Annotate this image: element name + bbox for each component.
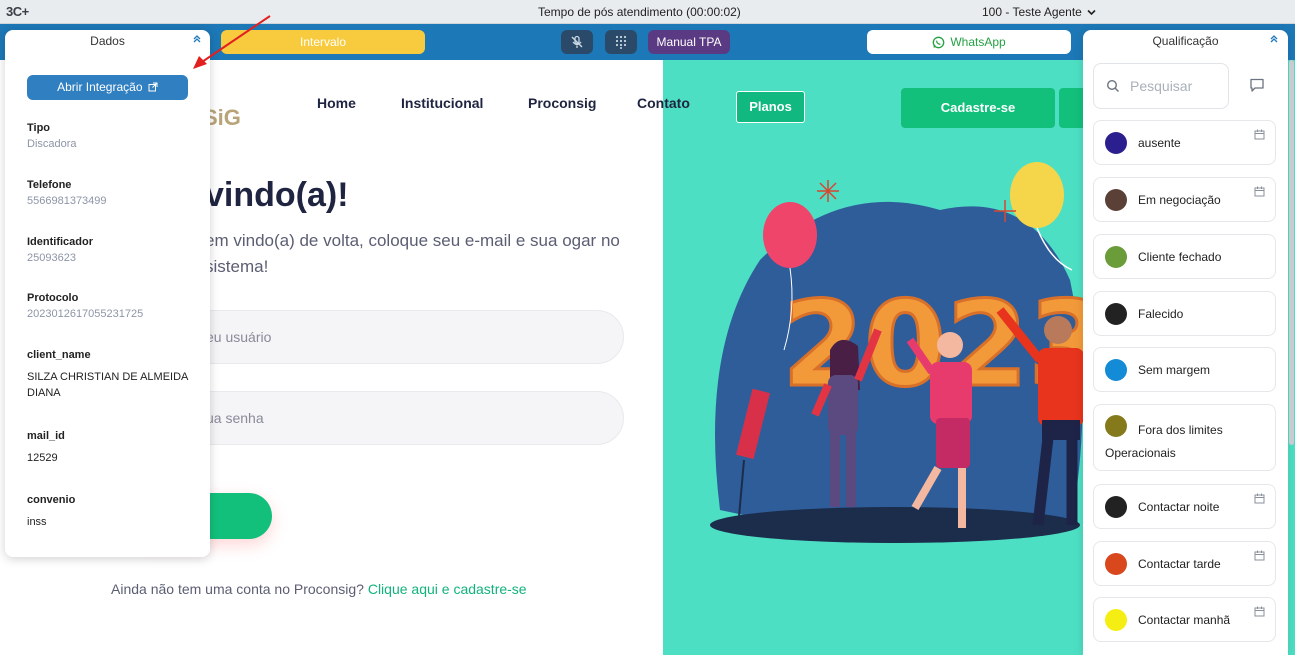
color-dot — [1105, 553, 1127, 575]
qualification-label: ausente — [1138, 136, 1181, 150]
nav-institucional[interactable]: Institucional — [401, 95, 483, 111]
microphone-off-icon — [571, 35, 583, 48]
field-telefone: Telefone 5566981373499 — [27, 179, 197, 207]
qualification-item[interactable]: Contactar noite — [1093, 484, 1276, 529]
field-value: inss — [27, 516, 47, 528]
search-box[interactable] — [1093, 63, 1229, 109]
chevron-down-icon — [1087, 9, 1096, 16]
color-dot — [1105, 359, 1127, 381]
qualification-label: Contactar tarde — [1138, 557, 1221, 571]
color-dot — [1105, 246, 1127, 268]
qualification-item[interactable]: Cliente fechado — [1093, 234, 1276, 279]
qualification-label: Sem margem — [1138, 363, 1211, 377]
field-label: client_name — [27, 349, 91, 361]
nav-contato[interactable]: Contato — [637, 95, 690, 111]
app-logo: 3C+ — [6, 4, 29, 19]
welcome-heading: vindo(a)! — [205, 176, 349, 214]
qualification-label: Contactar noite — [1138, 500, 1220, 514]
calendar-icon — [1254, 493, 1265, 504]
field-value: Discadora — [27, 138, 77, 150]
external-link-icon — [148, 82, 158, 92]
qualificacao-title: Qualificação — [1152, 34, 1219, 48]
nav-proconsig[interactable]: Proconsig — [528, 95, 596, 111]
keypad-button[interactable] — [605, 30, 637, 54]
field-value: 25093623 — [27, 252, 76, 264]
qualificacao-panel: Qualificação ausente Em negociação Cliente… — [1083, 30, 1288, 655]
qualification-label: Falecido — [1138, 307, 1184, 321]
field-value: SILZA CHRISTIAN DE ALMEIDA DIANA — [27, 371, 188, 399]
mute-button[interactable] — [561, 30, 593, 54]
search-icon — [1106, 79, 1119, 92]
manual-tpa-button[interactable]: Manual TPA — [648, 30, 730, 54]
username-placeholder: eu usuário — [206, 329, 272, 345]
qualification-label: Em negociação — [1138, 193, 1221, 207]
post-call-timer: Tempo de pós atendimento (00:00:02) — [538, 5, 741, 19]
password-placeholder: ua senha — [206, 410, 264, 426]
dados-title: Dados — [90, 34, 125, 48]
field-tipo: Tipo Discadora — [27, 122, 197, 150]
field-value: 5566981373499 — [27, 195, 107, 207]
field-label: Telefone — [27, 179, 72, 191]
color-dot — [1105, 303, 1127, 325]
whatsapp-icon — [932, 36, 945, 48]
comment-icon[interactable] — [1249, 77, 1265, 93]
scrollbar[interactable] — [1289, 60, 1294, 445]
field-label: mail_id — [27, 430, 65, 442]
agent-menu[interactable]: 100 - Teste Agente — [982, 5, 1096, 19]
qualification-item[interactable]: Contactar manhã — [1093, 597, 1276, 642]
qualification-item[interactable]: Falecido — [1093, 291, 1276, 336]
calendar-icon — [1254, 550, 1265, 561]
field-protocolo: Protocolo 2023012617055231725 — [27, 292, 197, 320]
signup-text: Ainda não tem uma conta no Proconsig? — [111, 581, 364, 597]
field-value: 2023012617055231725 — [27, 308, 144, 320]
qualification-label: Fora dos limites Operacionais — [1105, 423, 1223, 460]
open-integration-label: Abrir Integração — [57, 80, 143, 94]
qualification-item[interactable]: Contactar tarde — [1093, 541, 1276, 586]
calendar-icon — [1254, 186, 1265, 197]
agent-name: 100 - Teste Agente — [982, 5, 1082, 19]
color-dot — [1105, 609, 1127, 631]
signup-prompt: Ainda não tem uma conta no Proconsig? Cl… — [111, 581, 527, 597]
field-convenio: convenio inss — [27, 494, 197, 530]
whatsapp-button[interactable]: WhatsApp — [867, 30, 1071, 54]
field-value: 12529 — [27, 452, 58, 464]
open-integration-button[interactable]: Abrir Integração — [27, 75, 188, 100]
field-label: Protocolo — [27, 292, 79, 304]
annotation-arrow — [193, 15, 271, 69]
color-dot — [1105, 189, 1127, 211]
cadastre-se-button[interactable]: Cadastre-se — [901, 88, 1055, 128]
field-label: convenio — [27, 494, 76, 506]
celebration-illustration: 2023 — [710, 162, 1085, 543]
welcome-subtitle: em vindo(a) de volta, coloque seu e-mail… — [205, 231, 620, 276]
field-identificador: Identificador 25093623 — [27, 236, 197, 264]
qualification-item[interactable]: ausente — [1093, 120, 1276, 165]
color-dot — [1105, 132, 1127, 154]
qualification-label: Contactar manhã — [1138, 613, 1231, 627]
field-client-name: client_name SILZA CHRISTIAN DE ALMEIDA D… — [27, 349, 197, 401]
qualification-item[interactable]: Em negociação — [1093, 177, 1276, 222]
field-label: Identificador — [27, 236, 94, 248]
signup-link[interactable]: Clique aqui e cadastre-se — [368, 581, 527, 597]
dados-panel: Dados Abrir Integração Tipo Discadora Te… — [5, 30, 210, 557]
field-mail-id: mail_id 12529 — [27, 430, 197, 466]
search-input[interactable] — [1130, 76, 1224, 96]
collapse-icon[interactable] — [1269, 34, 1279, 44]
dialpad-icon — [615, 35, 627, 49]
qualification-item[interactable]: Sem margem — [1093, 347, 1276, 392]
calendar-icon — [1254, 606, 1265, 617]
whatsapp-label: WhatsApp — [950, 35, 1006, 49]
nav-home[interactable]: Home — [317, 95, 356, 111]
qualification-item[interactable]: Fora dos limites Operacionais — [1093, 404, 1276, 471]
planos-button[interactable]: Planos — [736, 91, 805, 123]
field-label: Tipo — [27, 122, 51, 134]
calendar-icon — [1254, 129, 1265, 140]
qualification-label: Cliente fechado — [1138, 250, 1222, 264]
color-dot — [1105, 496, 1127, 518]
